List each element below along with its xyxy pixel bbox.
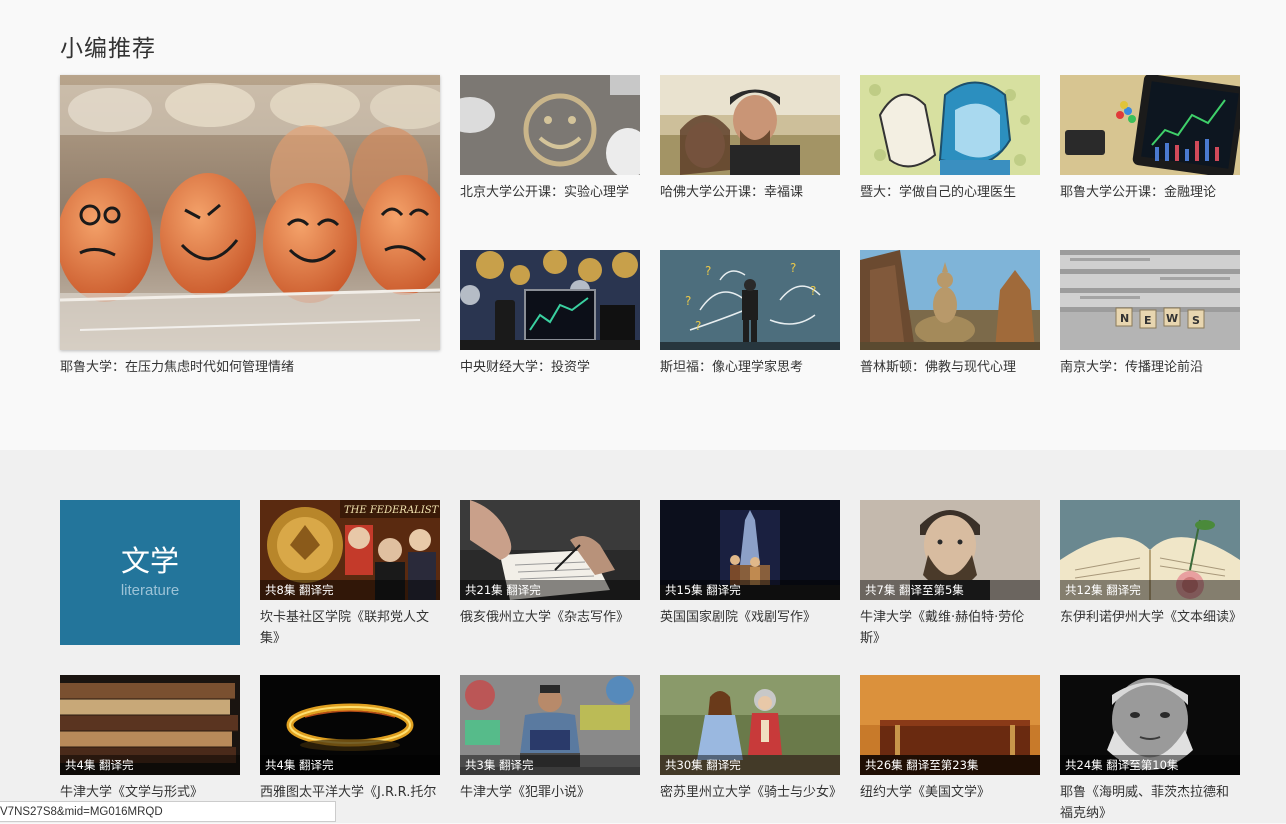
course-thumbnail[interactable]: THE FEDERALIST PAPERS 共8集 翻译完	[260, 500, 440, 600]
svg-text:THE FEDERALIST PAPERS: THE FEDERALIST PAPERS	[344, 505, 440, 516]
course-caption[interactable]: 哈佛大学公开课：幸福课	[660, 182, 840, 203]
course-caption[interactable]: 普林斯顿：佛教与现代心理	[860, 357, 1040, 378]
course-thumbnail[interactable]: 共7集 翻译至第5集	[860, 500, 1040, 600]
course-thumbnail[interactable]	[1060, 75, 1240, 175]
course-card[interactable]: 共12集 翻译完 东伊利诺伊州大学《文本细读》	[1060, 500, 1242, 628]
episode-badge: 共15集 翻译完	[660, 580, 840, 600]
course-card[interactable]: ????? 斯坦福：像心理学家思考	[660, 250, 840, 378]
course-caption[interactable]: 牛津大学《戴维·赫伯特·劳伦斯》	[860, 607, 1040, 649]
course-card[interactable]: N E W S 南京大学：传播理论前沿	[1060, 250, 1240, 378]
course-thumbnail[interactable]	[860, 75, 1040, 175]
course-card[interactable]: 共24集 翻译至第10集 耶鲁《海明威、菲茨杰拉德和福克纳》	[1060, 675, 1240, 824]
course-caption[interactable]: 纽约大学《美国文学》	[860, 782, 1040, 803]
episode-badge: 共7集 翻译至第5集	[860, 580, 1040, 600]
category-literature-tile[interactable]: 文学 literature	[60, 500, 240, 645]
svg-text:W: W	[1166, 312, 1178, 325]
course-card[interactable]: 共3集 翻译完 牛津大学《犯罪小说》	[460, 675, 640, 803]
svg-text:E: E	[1144, 314, 1152, 327]
course-caption[interactable]: 俄亥俄州立大学《杂志写作》	[460, 607, 640, 628]
course-caption[interactable]: 耶鲁大学公开课：金融理论	[1060, 182, 1240, 203]
course-thumbnail[interactable]: 共4集 翻译完	[60, 675, 240, 775]
course-card[interactable]: 共7集 翻译至第5集 牛津大学《戴维·赫伯特·劳伦斯》	[860, 500, 1040, 649]
episode-badge: 共24集 翻译至第10集	[1060, 755, 1240, 775]
status-bar-url: V7NS27S8&mid=MG016MRQD	[0, 801, 336, 822]
course-card[interactable]: 普林斯顿：佛教与现代心理	[860, 250, 1040, 378]
svg-text:?: ?	[705, 264, 711, 278]
episode-badge: 共8集 翻译完	[260, 580, 440, 600]
course-thumbnail[interactable]	[860, 250, 1040, 350]
course-card[interactable]: 共4集 翻译完 牛津大学《文学与形式》	[60, 675, 240, 803]
course-caption[interactable]: 密苏里州立大学《骑士与少女》	[660, 782, 842, 803]
episode-badge: 共26集 翻译至第23集	[860, 755, 1040, 775]
course-caption[interactable]: 耶鲁《海明威、菲茨杰拉德和福克纳》	[1060, 782, 1240, 824]
course-thumbnail[interactable]	[460, 250, 640, 350]
svg-text:N: N	[1120, 312, 1129, 325]
episode-badge: 共4集 翻译完	[260, 755, 440, 775]
course-thumbnail[interactable]: NEWS	[1060, 250, 1240, 350]
course-caption[interactable]: 北京大学公开课：实验心理学	[460, 182, 640, 203]
svg-text:?: ?	[695, 319, 701, 333]
svg-text:?: ?	[790, 261, 796, 275]
svg-text:S: S	[1192, 314, 1200, 327]
course-caption[interactable]: 中央财经大学：投资学	[460, 357, 640, 378]
course-thumbnail[interactable]: 共3集 翻译完	[460, 675, 640, 775]
course-thumbnail[interactable]	[660, 75, 840, 175]
course-caption[interactable]: 斯坦福：像心理学家思考	[660, 357, 840, 378]
course-thumbnail[interactable]: 共24集 翻译至第10集	[1060, 675, 1240, 775]
course-card[interactable]: 共21集 翻译完 俄亥俄州立大学《杂志写作》	[460, 500, 640, 628]
course-card[interactable]: 耶鲁大学公开课：金融理论	[1060, 75, 1240, 203]
episode-badge: 共4集 翻译完	[60, 755, 240, 775]
episode-badge: 共12集 翻译完	[1060, 580, 1240, 600]
course-thumbnail[interactable]: 共21集 翻译完	[460, 500, 640, 600]
course-thumbnail[interactable]	[460, 75, 640, 175]
section-title: 小编推荐	[60, 36, 156, 62]
course-caption[interactable]: 暨大：学做自己的心理医生	[860, 182, 1040, 203]
course-thumbnail[interactable]: 共15集 翻译完	[660, 500, 840, 600]
category-name: 文学	[120, 544, 179, 578]
category-subtitle: literature	[120, 582, 180, 599]
svg-text:?: ?	[810, 284, 816, 298]
course-card[interactable]: 哈佛大学公开课：幸福课	[660, 75, 840, 203]
episode-badge: 共21集 翻译完	[460, 580, 640, 600]
course-thumbnail[interactable]: ?????	[660, 250, 840, 350]
course-card[interactable]: 北京大学公开课：实验心理学	[460, 75, 640, 203]
course-card[interactable]: THE FEDERALIST PAPERS 共8集 翻译完 坎卡基社区学院《联邦…	[260, 500, 440, 649]
course-thumbnail[interactable]: 共30集 翻译完	[660, 675, 840, 775]
course-caption[interactable]: 东伊利诺伊州大学《文本细读》	[1060, 607, 1242, 628]
course-caption[interactable]: 南京大学：传播理论前沿	[1060, 357, 1240, 378]
course-card[interactable]: 暨大：学做自己的心理医生	[860, 75, 1040, 203]
course-card[interactable]: 中央财经大学：投资学	[460, 250, 640, 378]
course-card[interactable]: 共15集 翻译完 英国国家剧院《戏剧写作》	[660, 500, 840, 628]
course-thumbnail[interactable]: 共4集 翻译完	[260, 675, 440, 775]
course-thumbnail[interactable]: 共12集 翻译完	[1060, 500, 1240, 600]
svg-text:?: ?	[685, 294, 691, 308]
course-caption[interactable]: 英国国家剧院《戏剧写作》	[660, 607, 840, 628]
course-card[interactable]: 共30集 翻译完 密苏里州立大学《骑士与少女》	[660, 675, 842, 803]
course-thumbnail[interactable]: 共26集 翻译至第23集	[860, 675, 1040, 775]
course-card[interactable]: 共26集 翻译至第23集 纽约大学《美国文学》	[860, 675, 1040, 803]
featured-card[interactable]: 耶鲁大学：在压力焦虑时代如何管理情绪	[60, 75, 440, 378]
episode-badge: 共30集 翻译完	[660, 755, 840, 775]
course-caption[interactable]: 坎卡基社区学院《联邦党人文集》	[260, 607, 440, 649]
course-caption[interactable]: 牛津大学《文学与形式》	[60, 782, 240, 803]
featured-thumbnail[interactable]	[60, 75, 440, 350]
course-caption[interactable]: 牛津大学《犯罪小说》	[460, 782, 640, 803]
episode-badge: 共3集 翻译完	[460, 755, 640, 775]
featured-caption[interactable]: 耶鲁大学：在压力焦虑时代如何管理情绪	[60, 357, 440, 378]
